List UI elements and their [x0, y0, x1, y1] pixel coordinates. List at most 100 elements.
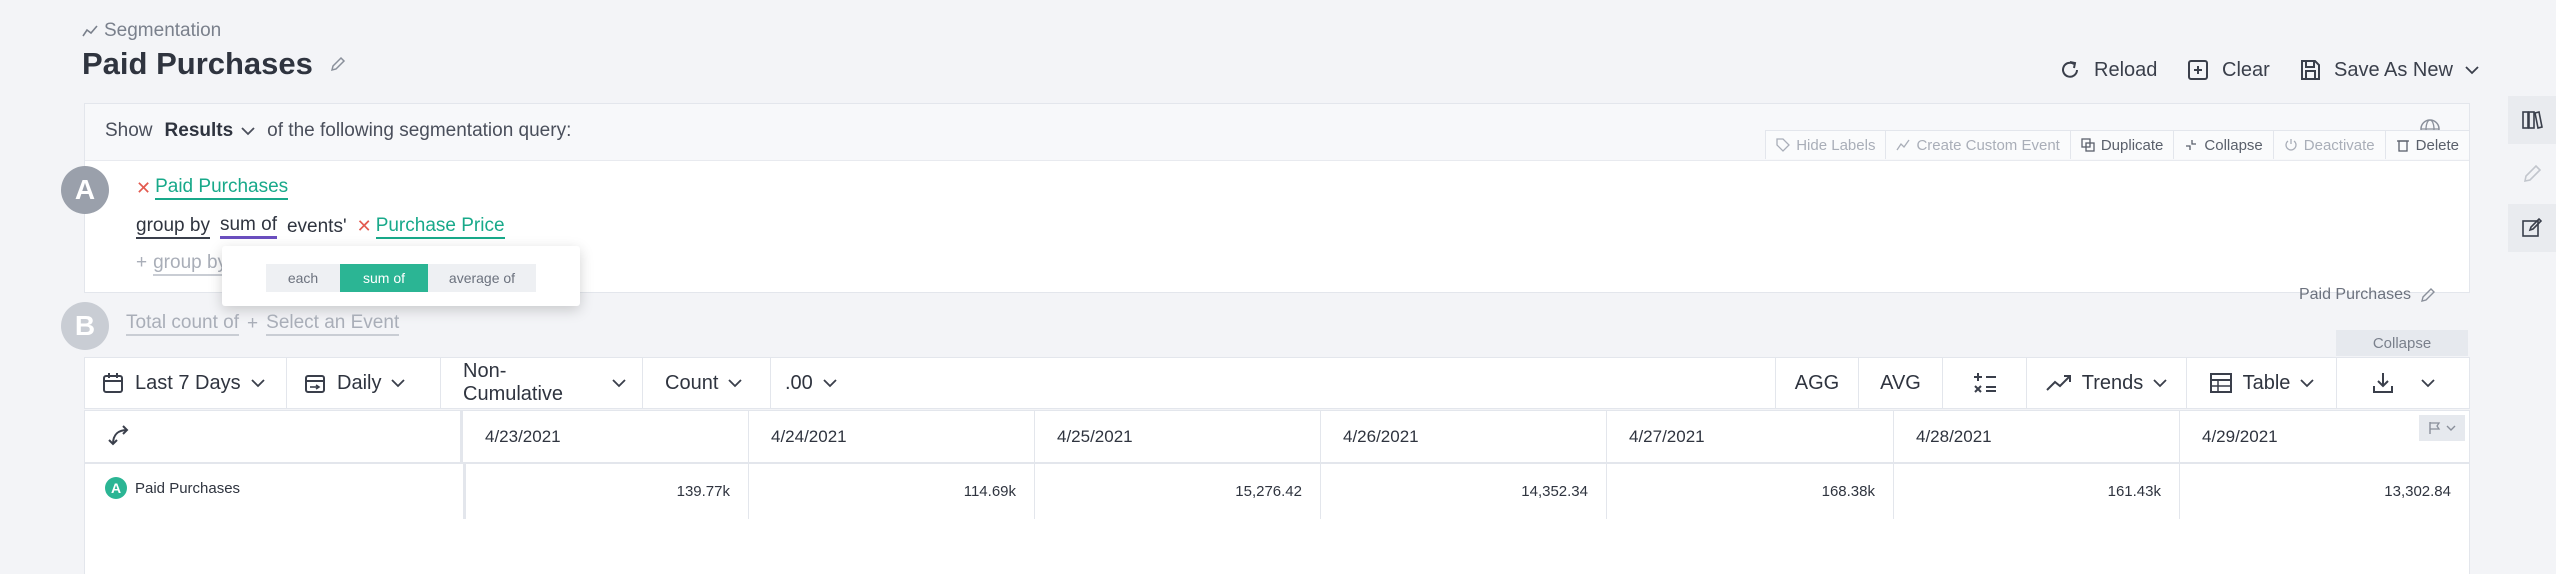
cumulative-dropdown[interactable]: Non-Cumulative [441, 358, 643, 408]
event-b-measure[interactable]: Total count of [126, 312, 240, 336]
property-name[interactable]: Purchase Price [375, 215, 505, 239]
breadcrumb-label: Segmentation [104, 20, 222, 41]
page-title-text: Paid Purchases [82, 46, 313, 81]
table-header-cell[interactable]: 4/24/2021 [749, 411, 1035, 463]
save-icon [2298, 58, 2322, 82]
group-by-label[interactable]: group by [136, 215, 210, 239]
table-cell: 15,276.42 [1035, 463, 1321, 519]
aggregation-segmented-control: each sum of average of [266, 264, 536, 292]
remove-property-icon[interactable]: ✕ [357, 216, 372, 237]
swap-axes-icon[interactable] [107, 424, 133, 450]
table-header-cell[interactable]: 4/23/2021 [463, 411, 749, 463]
reload-label: Reload [2094, 58, 2158, 81]
delete-event-button[interactable]: Delete [2384, 130, 2469, 159]
agg-option-average-of[interactable]: average of [428, 264, 536, 292]
library-button[interactable] [2508, 96, 2556, 144]
event-b-letter: B [61, 302, 109, 350]
results-dropdown[interactable]: Results [165, 120, 256, 142]
trend-icon [2046, 374, 2072, 392]
segmentation-icon [82, 24, 98, 38]
agg-option-sum-of[interactable]: sum of [340, 264, 428, 292]
interval-label: Daily [337, 371, 382, 394]
library-icon [2521, 109, 2543, 131]
chevron-down-icon [2446, 424, 2456, 432]
collapse-query-button[interactable]: Collapse [2336, 330, 2468, 356]
chart-type-label: Trends [2081, 371, 2144, 394]
table-corner-cell [85, 411, 463, 463]
table-header-cell[interactable]: 4/25/2021 [1035, 411, 1321, 463]
date-range-label: Last 7 Days [135, 371, 241, 394]
clear-icon [2186, 58, 2210, 82]
metric-dropdown[interactable]: Count [643, 358, 771, 408]
delete-event-label: Delete [2415, 136, 2459, 154]
edit-title-icon[interactable] [329, 55, 347, 73]
duplicate-button[interactable]: Duplicate [2069, 130, 2174, 159]
clear-button[interactable]: Clear [2186, 58, 2270, 82]
aggregation-selector[interactable]: sum of [219, 214, 277, 239]
chevron-down-icon [2300, 378, 2315, 388]
chevron-down-icon [241, 126, 255, 136]
aggregation-popover: each sum of average of [222, 246, 580, 306]
chevron-down-icon [2153, 378, 2167, 388]
plus-icon: + [247, 313, 259, 334]
table-header-cell[interactable]: 4/27/2021 [1607, 411, 1894, 463]
table-cell: 14,352.34 [1321, 463, 1607, 519]
event-a-custom-label[interactable]: Paid Purchases [2299, 286, 2437, 304]
chevron-down-icon [823, 378, 837, 388]
flag-dropdown[interactable] [2419, 415, 2465, 441]
hide-labels-button[interactable]: Hide Labels [1765, 130, 1886, 159]
add-group-by-label: group by [153, 252, 228, 276]
table-header-cell[interactable]: 4/26/2021 [1321, 411, 1607, 463]
table-cell: 161.43k [1894, 463, 2180, 519]
chevron-down-icon [391, 378, 406, 388]
chevron-down-icon [728, 378, 743, 388]
chevron-down-icon [2465, 65, 2479, 75]
table-row-label[interactable]: A Paid Purchases [105, 477, 240, 499]
view-dropdown[interactable]: Table [2187, 358, 2337, 408]
select-event-placeholder[interactable]: Select an Event [266, 312, 400, 336]
save-as-new-button[interactable]: Save As New [2298, 58, 2479, 82]
pencil-icon [2419, 286, 2437, 304]
plus-icon: + [136, 252, 148, 273]
save-as-new-label: Save As New [2334, 58, 2453, 81]
show-row: Show Results of the following segmentati… [105, 120, 571, 142]
create-custom-event-button[interactable]: Create Custom Event [1885, 130, 2070, 159]
controls-bar: Last 7 Days Daily Non-Cumulative Count .… [84, 357, 2470, 409]
edit-button[interactable] [2508, 204, 2556, 252]
duplicate-icon [2081, 138, 2095, 152]
chart-type-dropdown[interactable]: Trends [2027, 358, 2187, 408]
events-word: events' [286, 215, 347, 237]
event-a-letter: A [61, 166, 109, 214]
interval-dropdown[interactable]: Daily [287, 358, 441, 408]
formula-button[interactable] [1943, 358, 2027, 408]
deactivate-button[interactable]: Deactivate [2272, 130, 2385, 159]
agg-toggle[interactable]: AGG [1775, 358, 1859, 408]
flag-icon [2428, 421, 2442, 435]
table-cell: 13,302.84 [2384, 482, 2451, 500]
event-a-name[interactable]: Paid Purchases [155, 176, 289, 200]
annotate-button[interactable] [2508, 150, 2556, 198]
breadcrumb[interactable]: Segmentation [82, 20, 221, 42]
avg-toggle-label: AVG [1880, 371, 1921, 394]
event-toolbar: Hide Labels Create Custom Event Duplicat… [1765, 130, 2469, 160]
avg-toggle[interactable]: AVG [1859, 358, 1943, 408]
table-cell: 114.69k [749, 463, 1035, 519]
export-dropdown[interactable] [2337, 358, 2469, 408]
query-header: Show Results of the following segmentati… [85, 104, 2469, 161]
table-header-cell[interactable]: 4/28/2021 [1894, 411, 2180, 463]
reload-button[interactable]: Reload [2058, 58, 2157, 82]
remove-event-icon[interactable]: ✕ [136, 178, 151, 199]
decimals-dropdown[interactable]: .00 [771, 358, 871, 408]
collapse-event-button[interactable]: Collapse [2173, 130, 2273, 159]
pencil-icon [2521, 163, 2543, 185]
group-by-row: group by sum of events' ✕ Purchase Price [136, 214, 505, 239]
formula-icon [1972, 371, 1998, 395]
event-b-row: Total count of + Select an Event [126, 312, 400, 336]
calendar-repeat-icon [303, 371, 327, 395]
agg-option-each[interactable]: each [266, 264, 340, 292]
add-group-by-link[interactable]: + group by [136, 252, 228, 276]
clear-label: Clear [2222, 58, 2270, 81]
chevron-down-icon [2421, 378, 2435, 388]
date-range-dropdown[interactable]: Last 7 Days [85, 358, 287, 408]
row-label-text: Paid Purchases [135, 479, 241, 497]
